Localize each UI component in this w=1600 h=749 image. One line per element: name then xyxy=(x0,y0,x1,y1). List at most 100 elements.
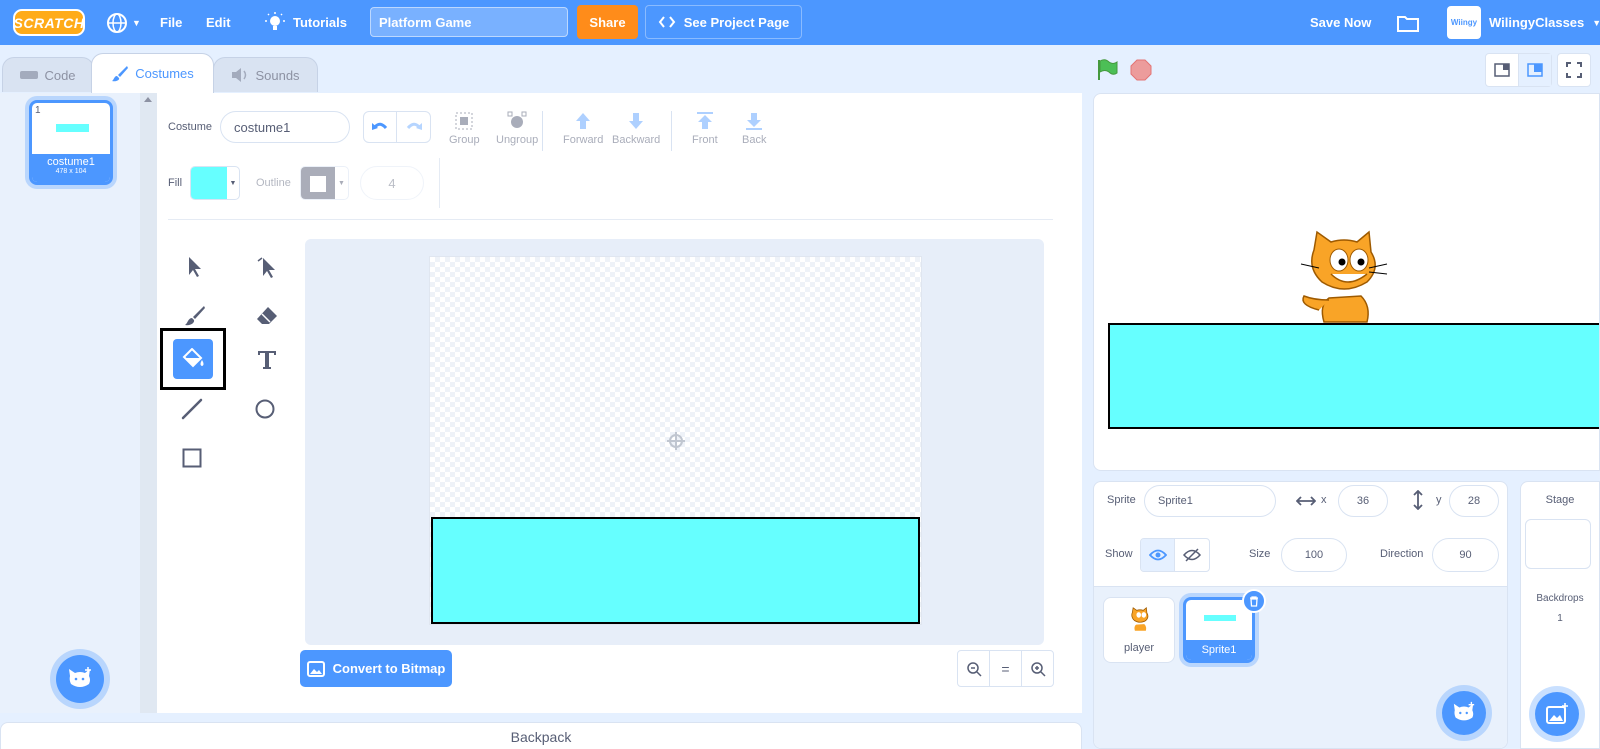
zoom-reset-button[interactable]: = xyxy=(989,650,1022,687)
convert-to-bitmap-button[interactable]: Convert to Bitmap xyxy=(300,650,452,687)
choose-sprite-button[interactable] xyxy=(1442,691,1486,735)
y-position-icon xyxy=(1413,490,1423,510)
paint-bucket-icon xyxy=(182,348,204,368)
stop-button[interactable] xyxy=(1130,53,1152,87)
username-label: WilingyClasses xyxy=(1489,15,1585,30)
file-menu[interactable]: File xyxy=(160,0,182,45)
choose-backdrop-button[interactable] xyxy=(1535,692,1579,736)
direction-input[interactable]: 90 xyxy=(1432,538,1499,572)
y-input[interactable]: 28 xyxy=(1449,485,1499,517)
zoom-out-button[interactable] xyxy=(957,650,990,687)
line-tool[interactable] xyxy=(172,389,212,429)
forward-button[interactable]: Forward xyxy=(563,111,603,146)
costume-name-input[interactable]: costume1 xyxy=(220,111,350,143)
eye-slash-icon xyxy=(1183,548,1201,562)
group-icon xyxy=(455,112,473,130)
choose-costume-button[interactable] xyxy=(56,655,104,703)
rotation-center-icon[interactable] xyxy=(667,432,685,450)
costume-canvas[interactable] xyxy=(429,256,922,625)
stage-title: Stage xyxy=(1545,494,1575,506)
fill-color-swatch xyxy=(191,167,227,199)
share-button[interactable]: Share xyxy=(577,5,638,39)
tab-code[interactable]: Code xyxy=(2,57,94,92)
tab-costumes[interactable]: Costumes xyxy=(91,53,214,93)
rectangle-tool[interactable] xyxy=(172,438,212,478)
tutorials-menu[interactable]: Tutorials xyxy=(265,0,347,45)
back-button[interactable]: Back xyxy=(742,111,766,146)
y-label: y xyxy=(1436,494,1442,506)
show-button[interactable] xyxy=(1141,539,1176,571)
small-stage-button[interactable] xyxy=(1486,54,1519,86)
cat-sprite[interactable] xyxy=(1289,230,1399,330)
group-label: Group xyxy=(449,134,480,146)
circle-tool[interactable] xyxy=(245,389,285,429)
sprite1-thumbnail xyxy=(1204,615,1236,621)
front-button[interactable]: Front xyxy=(692,111,718,146)
size-input[interactable]: 100 xyxy=(1281,538,1347,572)
green-flag-button[interactable] xyxy=(1095,53,1119,87)
sprite-name-input[interactable]: Sprite1 xyxy=(1144,485,1276,517)
project-title-input[interactable]: Platform Game xyxy=(370,7,568,37)
redo-button[interactable] xyxy=(397,112,430,142)
undo-icon xyxy=(372,122,388,130)
fill-tool[interactable] xyxy=(173,339,213,379)
hide-button[interactable] xyxy=(1175,539,1209,571)
see-project-page-button[interactable]: See Project Page xyxy=(645,5,802,39)
backdrop-thumbnail[interactable] xyxy=(1525,519,1591,569)
stage-canvas[interactable] xyxy=(1093,93,1600,471)
outline-label: Outline xyxy=(256,177,291,189)
forward-label: Forward xyxy=(563,134,604,146)
platform-rectangle[interactable] xyxy=(431,517,920,624)
x-input[interactable]: 36 xyxy=(1338,485,1388,517)
rectangle-icon xyxy=(182,448,202,468)
backpack[interactable]: Backpack xyxy=(0,722,1082,749)
ungroup-button[interactable]: Ungroup xyxy=(496,111,538,146)
stage-platform[interactable] xyxy=(1108,323,1599,429)
stage-selector[interactable]: Stage Backdrops 1 xyxy=(1520,481,1600,749)
outline-color-swatch xyxy=(301,167,335,199)
outline-color-picker[interactable]: ▼ xyxy=(300,166,349,200)
tab-sounds[interactable]: Sounds xyxy=(213,57,318,92)
chevron-down-icon: ▼ xyxy=(132,17,141,28)
backward-button[interactable]: Backward xyxy=(612,111,660,146)
undo-button[interactable] xyxy=(364,112,398,142)
costume-thumbnail xyxy=(56,124,89,132)
sprite-tile-player[interactable]: player xyxy=(1103,597,1175,663)
avatar[interactable]: Wiingy xyxy=(1447,6,1481,39)
text-tool[interactable] xyxy=(247,340,287,380)
globe-icon xyxy=(107,12,127,33)
backward-icon xyxy=(629,113,644,129)
my-stuff-button[interactable] xyxy=(1397,0,1419,45)
outline-width-input[interactable]: 4 xyxy=(360,166,424,200)
language-menu[interactable]: ▼ xyxy=(106,0,141,45)
zoom-in-button[interactable] xyxy=(1021,650,1054,687)
group-button[interactable]: Group xyxy=(449,111,480,146)
scratch-logo[interactable]: SCRATCH xyxy=(13,9,85,36)
ungroup-icon xyxy=(507,111,527,128)
brush-icon xyxy=(185,306,205,326)
text-t-icon xyxy=(258,351,276,369)
select-tool[interactable] xyxy=(175,247,215,287)
tab-costumes-label: Costumes xyxy=(135,66,194,81)
save-now-button[interactable]: Save Now xyxy=(1310,0,1371,45)
fullscreen-button[interactable] xyxy=(1557,53,1591,87)
costume-tile[interactable]: 1 costume1 478 x 104 xyxy=(29,100,113,185)
paint-canvas-area[interactable] xyxy=(305,239,1044,645)
sprite-tile-label: player xyxy=(1124,642,1154,654)
scroll-up-icon[interactable] xyxy=(144,97,152,102)
redo-icon xyxy=(406,122,422,130)
large-stage-button[interactable] xyxy=(1518,54,1551,86)
tab-code-label: Code xyxy=(44,67,76,83)
tab-sounds-label: Sounds xyxy=(255,67,300,83)
backward-label: Backward xyxy=(612,134,661,146)
cat-thumbnail-icon xyxy=(1131,607,1149,631)
costume-list-scrollbar[interactable] xyxy=(140,93,157,713)
reshape-tool[interactable] xyxy=(247,247,287,287)
delete-sprite-button[interactable] xyxy=(1242,589,1266,613)
account-menu[interactable]: WilingyClasses ▼ xyxy=(1489,0,1600,45)
edit-menu[interactable]: Edit xyxy=(206,0,231,45)
fill-color-picker[interactable]: ▼ xyxy=(190,166,240,200)
sprite-name-label: Sprite xyxy=(1107,494,1136,506)
eraser-tool[interactable] xyxy=(247,296,287,336)
costume-list: 1 costume1 478 x 104 xyxy=(0,93,157,713)
